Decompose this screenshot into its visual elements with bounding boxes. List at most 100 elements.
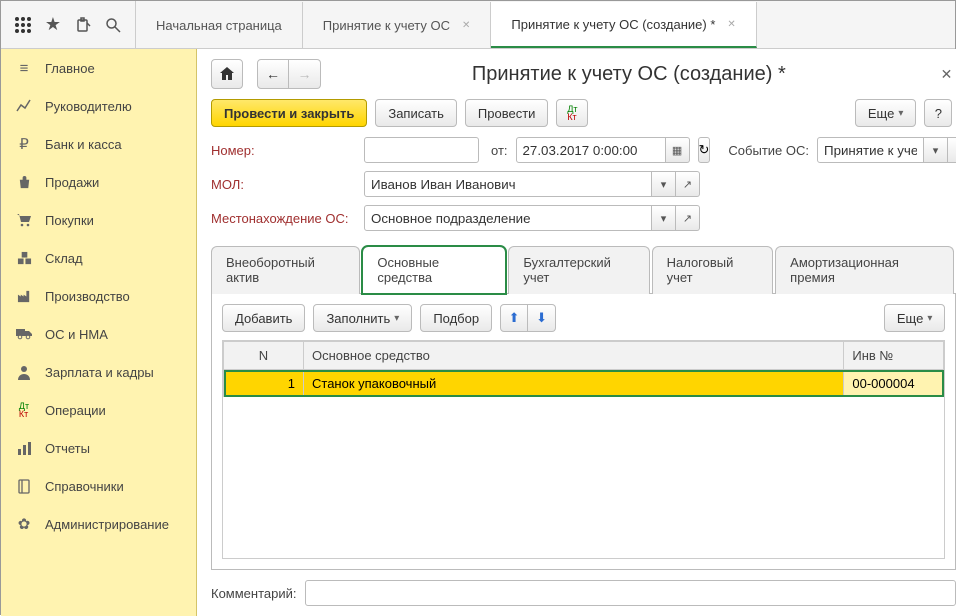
cart-icon xyxy=(15,211,33,229)
dropdown-icon[interactable]: ▾ xyxy=(652,171,676,197)
sidebar-item-label: Покупки xyxy=(45,213,94,228)
refresh-icon[interactable]: ↻ xyxy=(698,137,711,163)
sidebar-item-os-nma[interactable]: ОС и НМА xyxy=(1,315,196,353)
tab-fixed-assets[interactable]: Основные средства xyxy=(362,246,506,294)
sidebar-item-bank[interactable]: ₽ Банк и касса xyxy=(1,125,196,163)
list-icon: ≡ xyxy=(15,59,33,77)
sidebar-item-label: Справочники xyxy=(45,479,124,494)
forward-button[interactable]: → xyxy=(289,59,321,89)
apps-icon[interactable] xyxy=(11,13,35,37)
dropdown-icon[interactable]: ▾ xyxy=(924,137,948,163)
clipboard-icon[interactable] xyxy=(71,13,95,37)
event-label: Событие ОС: xyxy=(728,143,809,158)
help-button[interactable]: ? xyxy=(924,99,952,127)
comment-label: Комментарий: xyxy=(211,586,297,601)
chart-line-icon xyxy=(15,97,33,115)
tab-label: Принятие к учету ОС xyxy=(323,18,450,33)
add-button[interactable]: Добавить xyxy=(222,304,305,332)
location-field[interactable] xyxy=(364,205,652,231)
mol-field[interactable] xyxy=(364,171,652,197)
tab-label: Начальная страница xyxy=(156,18,282,33)
sidebar-item-label: Производство xyxy=(45,289,130,304)
pick-button[interactable]: Подбор xyxy=(420,304,492,332)
from-label: от: xyxy=(491,143,508,158)
sidebar-item-label: ОС и НМА xyxy=(45,327,108,342)
sidebar-item-label: Администрирование xyxy=(45,517,169,532)
more-button[interactable]: Еще xyxy=(884,304,945,332)
fill-button[interactable]: Заполнить xyxy=(313,304,412,332)
comment-field[interactable] xyxy=(305,580,956,606)
post-button[interactable]: Провести xyxy=(465,99,549,127)
number-field[interactable] xyxy=(364,137,479,163)
page-title: Принятие к учету ОС (создание) * xyxy=(323,63,935,86)
cell-inv: 00-000004 xyxy=(844,370,944,398)
sidebar-item-production[interactable]: Производство xyxy=(1,277,196,315)
sidebar-item-main[interactable]: ≡ Главное xyxy=(1,49,196,87)
sidebar-item-label: Операции xyxy=(45,403,106,418)
col-n[interactable]: N xyxy=(224,342,304,370)
dk-icon: ДтКт xyxy=(15,401,33,419)
home-button[interactable] xyxy=(211,59,243,89)
more-button[interactable]: Еще xyxy=(855,99,916,127)
truck-icon xyxy=(15,325,33,343)
event-field[interactable] xyxy=(817,137,924,163)
tab-accounting[interactable]: Бухгалтерский учет xyxy=(508,246,649,294)
move-down-button[interactable]: ⬇ xyxy=(528,304,556,332)
sidebar-item-sales[interactable]: Продажи xyxy=(1,163,196,201)
open-icon[interactable]: ↗ xyxy=(676,205,700,231)
tab-noncurrent-asset[interactable]: Внеоборотный актив xyxy=(211,246,360,294)
sidebar-item-purchases[interactable]: Покупки xyxy=(1,201,196,239)
sidebar-item-operations[interactable]: ДтКт Операции xyxy=(1,391,196,429)
table-row[interactable]: 1 Станок упаковочный 00-000004 xyxy=(224,370,944,398)
tab-os-create[interactable]: Принятие к учету ОС (создание) * ✕ xyxy=(491,2,756,48)
tab-os-list[interactable]: Принятие к учету ОС ✕ xyxy=(303,2,492,48)
gear-icon: ✿ xyxy=(15,515,33,533)
open-icon[interactable]: ↗ xyxy=(676,171,700,197)
dropdown-icon[interactable]: ▾ xyxy=(652,205,676,231)
sidebar-item-manager[interactable]: Руководителю xyxy=(1,87,196,125)
sidebar-item-salary[interactable]: Зарплата и кадры xyxy=(1,353,196,391)
dk-entries-button[interactable]: ДтКт xyxy=(556,99,588,127)
sidebar-item-stock[interactable]: Склад xyxy=(1,239,196,277)
col-name[interactable]: Основное средство xyxy=(304,342,844,370)
sidebar-item-label: Банк и касса xyxy=(45,137,122,152)
calendar-icon[interactable]: ▦ xyxy=(666,137,690,163)
sidebar-item-label: Главное xyxy=(45,61,95,76)
sidebar-item-label: Руководителю xyxy=(45,99,132,114)
date-field[interactable] xyxy=(516,137,666,163)
sidebar: ≡ Главное Руководителю ₽ Банк и касса Прод… xyxy=(1,49,197,616)
chart-bar-icon xyxy=(15,439,33,457)
back-button[interactable]: ← xyxy=(257,59,289,89)
move-up-button[interactable]: ⬆ xyxy=(500,304,528,332)
assets-table[interactable]: N Основное средство Инв № 1 Станок упако… xyxy=(222,340,945,559)
sidebar-item-admin[interactable]: ✿ Администрирование xyxy=(1,505,196,543)
close-icon[interactable]: ✕ xyxy=(462,20,470,31)
col-inv[interactable]: Инв № xyxy=(844,342,944,370)
tab-label: Принятие к учету ОС (создание) * xyxy=(511,17,715,32)
sidebar-item-label: Зарплата и кадры xyxy=(45,365,154,380)
search-icon[interactable] xyxy=(101,13,125,37)
close-icon[interactable]: ✕ xyxy=(937,62,956,87)
person-icon xyxy=(15,363,33,381)
tab-tax[interactable]: Налоговый учет xyxy=(652,246,774,294)
boxes-icon xyxy=(15,249,33,267)
sidebar-item-catalogs[interactable]: Справочники xyxy=(1,467,196,505)
tab-depreciation-bonus[interactable]: Амортизационная премия xyxy=(775,246,954,294)
cell-n: 1 xyxy=(224,370,304,398)
ruble-icon: ₽ xyxy=(15,135,33,153)
tab-home[interactable]: Начальная страница xyxy=(136,2,303,48)
factory-icon xyxy=(15,287,33,305)
star-icon[interactable]: ★ xyxy=(41,13,65,37)
cell-name: Станок упаковочный xyxy=(304,370,844,398)
mol-label: МОЛ: xyxy=(211,177,356,192)
bag-icon xyxy=(15,173,33,191)
sidebar-item-label: Склад xyxy=(45,251,83,266)
open-icon[interactable]: ↗ xyxy=(948,137,956,163)
location-label: Местонахождение ОС: xyxy=(211,211,356,226)
post-and-close-button[interactable]: Провести и закрыть xyxy=(211,99,367,127)
number-label: Номер: xyxy=(211,143,356,158)
sidebar-item-reports[interactable]: Отчеты xyxy=(1,429,196,467)
book-icon xyxy=(15,477,33,495)
save-button[interactable]: Записать xyxy=(375,99,457,127)
close-icon[interactable]: ✕ xyxy=(727,19,735,30)
